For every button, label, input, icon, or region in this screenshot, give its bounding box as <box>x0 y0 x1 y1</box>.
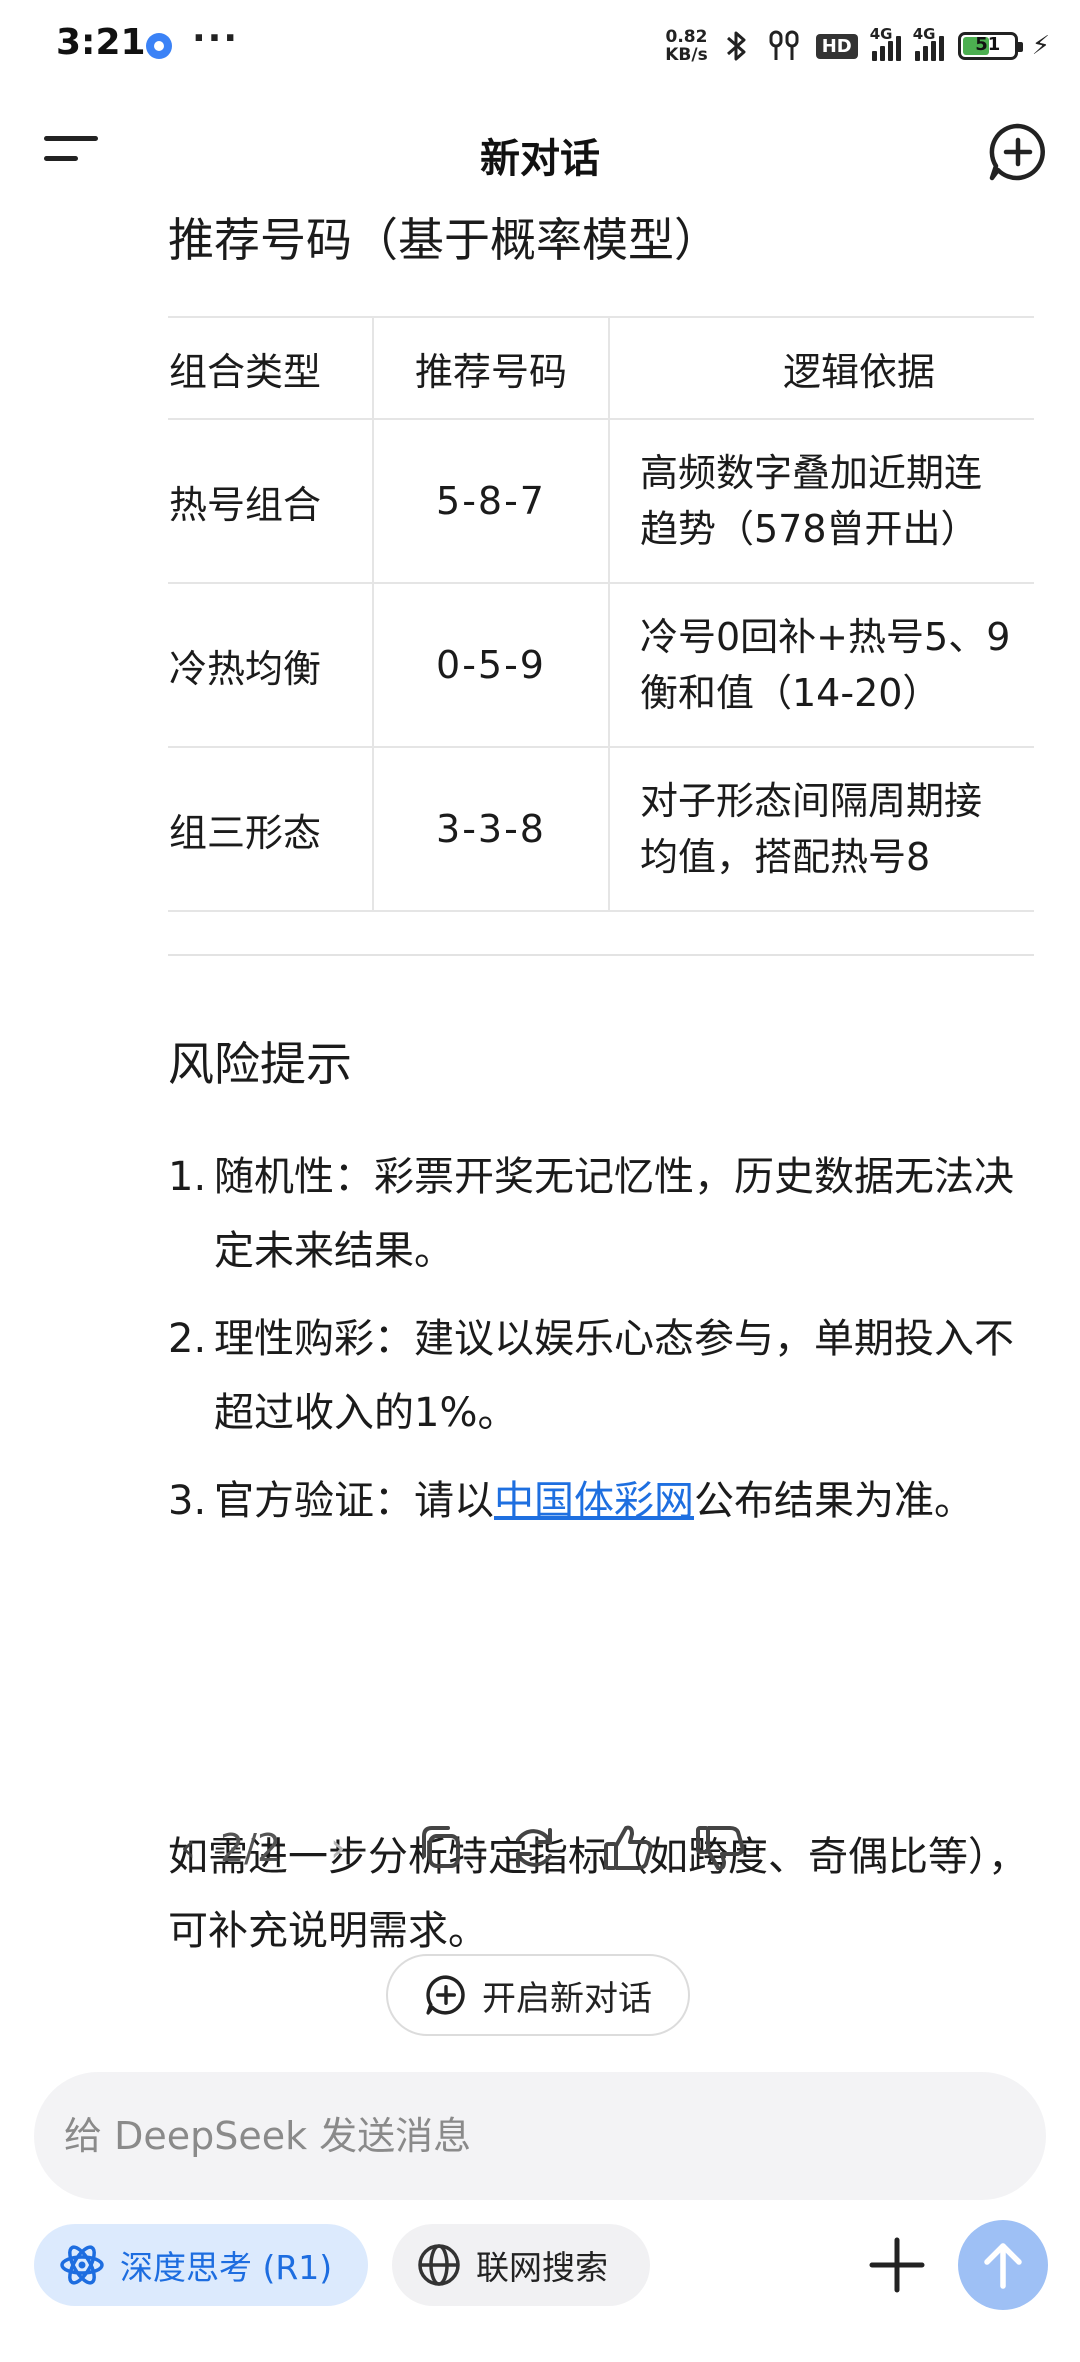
cell-number: 0-5-9 <box>373 582 610 748</box>
status-time: 3:21 <box>56 22 146 63</box>
copy-icon[interactable] <box>410 1818 470 1878</box>
battery-icon: 51 <box>957 32 1023 60</box>
attach-plus-icon[interactable] <box>862 2230 932 2300</box>
charging-icon: ⚡ <box>1031 31 1050 61</box>
bluetooth-icon <box>726 31 746 61</box>
regenerate-icon[interactable] <box>504 1818 564 1878</box>
risk-heading: 风险提示 <box>168 1037 352 1091</box>
web-search-toggle[interactable]: 联网搜索 <box>392 2224 650 2306</box>
list-item: 2. 理性购彩：建议以娱乐心态参与，单期投入不超过收入的1%。 <box>168 1316 1014 1436</box>
cell-reason: 冷号0回补+热号5、9 衡和值（14-20） <box>609 582 1034 748</box>
status-bar: 3:21 ··· 0.82 KB/s HD 4G 4G 51 ⚡ <box>0 0 1080 92</box>
column-header: 逻辑依据 <box>609 316 1034 420</box>
cell-reason: 对子形态间隔周期接 均值，搭配热号8 <box>609 746 1034 912</box>
cell-type: 热号组合 <box>168 418 374 584</box>
new-chat-icon <box>426 1975 465 2015</box>
message-input-placeholder: 给 DeepSeek 发送消息 <box>64 2114 472 2158</box>
cell-number: 3-3-8 <box>373 746 610 912</box>
table-row: 热号组合 5-8-7 高频数字叠加近期连 趋势（578曾开出） <box>168 418 1034 584</box>
composer-toolbar: 深度思考 (R1) 联网搜索 <box>0 2220 1080 2310</box>
app-header: 新对话 <box>0 100 1080 200</box>
status-more-icon: ··· <box>192 18 240 59</box>
recommend-table-scroll[interactable]: 组合类型 推荐号码 逻辑依据 热号组合 5-8-7 高频数字叠加近期连 趋势（5… <box>168 316 1034 912</box>
thumbs-up-icon[interactable] <box>598 1818 658 1878</box>
response-pager: 2/2 <box>220 1826 282 1870</box>
table-header-row: 组合类型 推荐号码 逻辑依据 <box>168 316 1034 420</box>
column-header: 推荐号码 <box>373 316 610 420</box>
recommend-table: 组合类型 推荐号码 逻辑依据 热号组合 5-8-7 高频数字叠加近期连 趋势（5… <box>168 316 1034 912</box>
cell-reason: 高频数字叠加近期连 趋势（578曾开出） <box>609 418 1034 584</box>
send-button[interactable] <box>958 2220 1048 2310</box>
new-chat-button[interactable]: 开启新对话 <box>386 1954 690 2036</box>
app-notification-icon <box>146 33 172 59</box>
network-speed: 0.82 KB/s <box>665 27 708 65</box>
list-item: 3. 官方验证：请以中国体彩网公布结果为准。 <box>168 1478 974 1524</box>
cell-type: 组三形态 <box>168 746 374 912</box>
cell-number: 5-8-7 <box>373 418 610 584</box>
next-response-button[interactable]: › <box>318 1808 358 1888</box>
section-divider <box>168 954 1034 956</box>
atom-icon <box>60 2245 104 2285</box>
page-title: 新对话 <box>480 136 600 182</box>
signal-2-icon: 4G <box>913 25 944 61</box>
thumbs-down-icon[interactable] <box>690 1818 750 1878</box>
new-chat-label: 开启新对话 <box>482 1978 652 2019</box>
earbuds-icon <box>769 30 799 60</box>
official-site-link[interactable]: 中国体彩网 <box>494 1478 694 1524</box>
message-input[interactable]: 给 DeepSeek 发送消息 <box>34 2072 1046 2200</box>
previous-response-button[interactable]: ‹ <box>168 1808 208 1888</box>
message-actions: ‹ 2/2 › <box>168 1808 868 1888</box>
risk-list: 1. 随机性：彩票开奖无记忆性，历史数据无法决定未来结果。 2. 理性购彩：建议… <box>168 1140 1034 1552</box>
column-header: 组合类型 <box>168 316 374 420</box>
new-chat-icon[interactable] <box>986 120 1050 184</box>
status-icons: 0.82 KB/s HD 4G 4G 51 ⚡ <box>665 22 1050 70</box>
deep-think-label: 深度思考 (R1) <box>120 2248 333 2287</box>
arrow-up-icon <box>984 2243 1022 2289</box>
recommend-heading: 推荐号码（基于概率模型） <box>168 213 720 267</box>
hd-voice-icon: HD <box>815 33 858 59</box>
globe-icon <box>418 2244 460 2286</box>
list-item: 1. 随机性：彩票开奖无记忆性，历史数据无法决定未来结果。 <box>168 1154 1014 1274</box>
web-search-label: 联网搜索 <box>476 2248 608 2287</box>
table-row: 冷热均衡 0-5-9 冷号0回补+热号5、9 衡和值（14-20） <box>168 582 1034 748</box>
signal-1-icon: 4G <box>870 25 901 61</box>
table-row: 组三形态 3-3-8 对子形态间隔周期接 均值，搭配热号8 <box>168 746 1034 912</box>
deep-think-toggle[interactable]: 深度思考 (R1) <box>34 2224 368 2306</box>
cell-type: 冷热均衡 <box>168 582 374 748</box>
